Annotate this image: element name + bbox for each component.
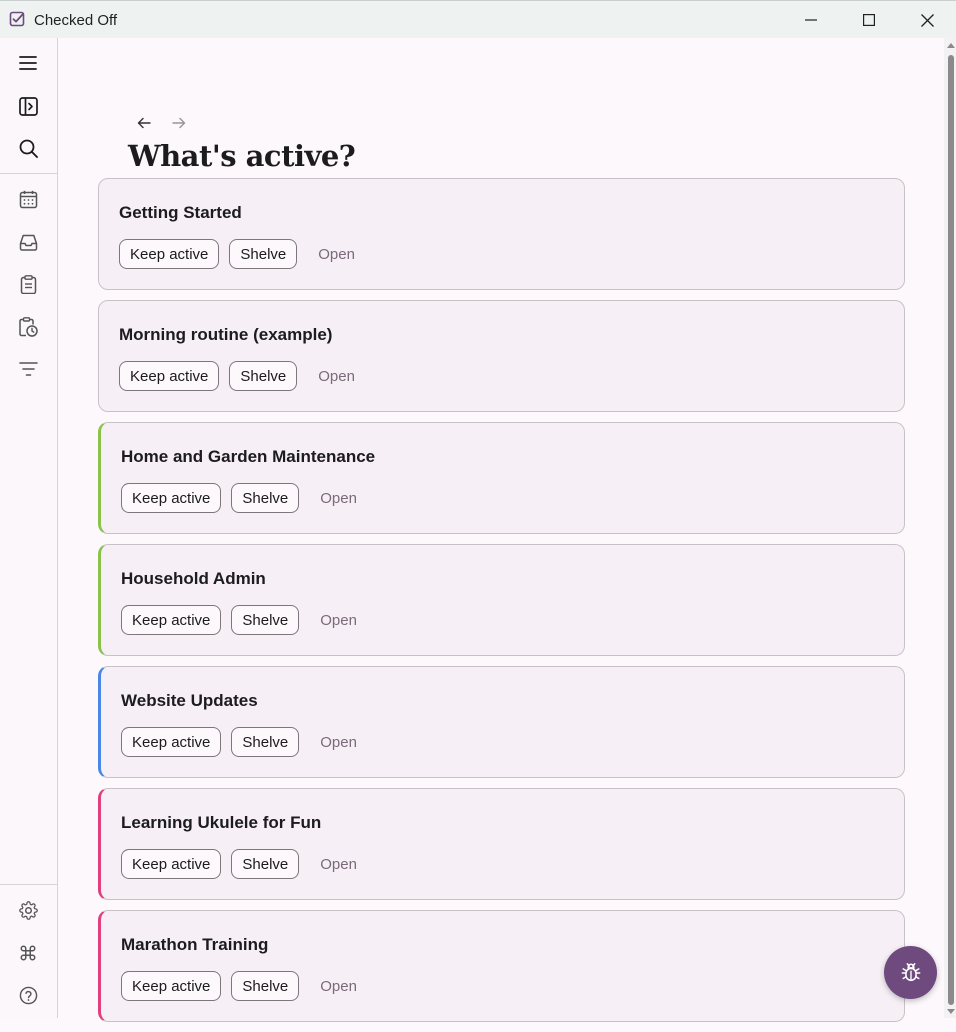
sidebar-item-calendar[interactable] [17, 188, 39, 210]
keep-active-button[interactable]: Keep active [119, 361, 220, 391]
project-title: Morning routine (example) [119, 325, 333, 344]
minimize-icon [805, 19, 817, 21]
open-link[interactable]: Open [320, 490, 357, 507]
open-link[interactable]: Open [320, 612, 357, 629]
project-title: Website Updates [121, 691, 258, 710]
card-actions: Keep active Shelve Open [119, 361, 355, 391]
checkbox-icon [9, 11, 25, 27]
clipboard-icon [20, 274, 36, 294]
sidebar-item-scheduled[interactable] [17, 316, 39, 338]
command-icon [20, 945, 36, 961]
open-link[interactable]: Open [318, 246, 355, 263]
open-link[interactable]: Open [320, 856, 357, 873]
project-card: Household Admin Keep active Shelve Open [98, 544, 905, 656]
project-title: Household Admin [121, 569, 266, 588]
close-button[interactable] [898, 1, 956, 39]
inbox-icon [19, 234, 37, 251]
card-actions: Keep active Shelve Open [121, 483, 357, 513]
open-link[interactable]: Open [320, 978, 357, 995]
gear-icon [18, 900, 38, 920]
bug-icon [901, 962, 920, 981]
scroll-up-icon[interactable] [947, 42, 955, 50]
project-title: Home and Garden Maintenance [121, 447, 376, 466]
search-button[interactable] [17, 137, 39, 159]
main-content: What's active? Getting Started Keep acti… [58, 38, 956, 1022]
card-actions: Keep active Shelve Open [121, 849, 357, 879]
toggle-panel-button[interactable] [17, 95, 39, 117]
card-actions: Keep active Shelve Open [121, 727, 357, 757]
project-title: Learning Ukulele for Fun [121, 813, 322, 832]
card-actions: Keep active Shelve Open [121, 971, 357, 1001]
sidebar-item-filter[interactable] [17, 358, 39, 380]
shelve-button[interactable]: Shelve [231, 727, 300, 757]
open-link[interactable]: Open [320, 734, 357, 751]
search-icon [19, 139, 38, 158]
menu-button[interactable] [17, 52, 39, 74]
project-list: Getting Started Keep active Shelve Open … [98, 178, 905, 1032]
sidebar-item-settings[interactable] [17, 899, 39, 921]
help-icon [19, 986, 37, 1004]
card-actions: Keep active Shelve Open [121, 605, 357, 635]
keep-active-button[interactable]: Keep active [121, 849, 222, 879]
maximize-icon [863, 14, 875, 26]
shelve-button[interactable]: Shelve [231, 849, 300, 879]
sidebar-item-inbox[interactable] [17, 231, 39, 253]
card-actions: Keep active Shelve Open [119, 239, 355, 269]
shelve-button[interactable]: Shelve [231, 483, 300, 513]
arrow-left-icon[interactable] [136, 115, 152, 131]
keep-active-button[interactable]: Keep active [121, 727, 222, 757]
shelve-button[interactable]: Shelve [231, 605, 300, 635]
sidebar [0, 38, 58, 1018]
project-card: Morning routine (example) Keep active Sh… [98, 300, 905, 412]
scroll-thumb[interactable] [948, 55, 954, 1005]
keep-active-button[interactable]: Keep active [119, 239, 220, 269]
maximize-button[interactable] [840, 1, 898, 39]
filter-icon [18, 362, 38, 376]
page-title: What's active? [128, 139, 356, 173]
clipboard-clock-icon [19, 317, 38, 337]
sidebar-divider-bottom [0, 884, 57, 885]
project-card: Marathon Training Keep active Shelve Ope… [98, 910, 905, 1022]
window-title: Checked Off [34, 12, 118, 29]
shelve-button[interactable]: Shelve [231, 971, 300, 1001]
sidebar-item-clipboard[interactable] [17, 273, 39, 295]
close-icon [920, 13, 934, 27]
sidebar-divider [0, 173, 57, 174]
open-link[interactable]: Open [318, 368, 355, 385]
bug-report-button[interactable] [884, 946, 937, 999]
project-card: Learning Ukulele for Fun Keep active She… [98, 788, 905, 900]
keep-active-button[interactable]: Keep active [121, 971, 222, 1001]
shelve-button[interactable]: Shelve [229, 361, 298, 391]
sidebar-item-shortcuts[interactable] [17, 942, 39, 964]
project-card: Website Updates Keep active Shelve Open [98, 666, 905, 778]
project-card: Home and Garden Maintenance Keep active … [98, 422, 905, 534]
sidebar-item-help[interactable] [17, 984, 39, 1006]
project-card: Getting Started Keep active Shelve Open [98, 178, 905, 290]
shelve-button[interactable]: Shelve [229, 239, 298, 269]
arrow-right-icon[interactable] [171, 115, 187, 131]
calendar-icon [19, 190, 37, 208]
keep-active-button[interactable]: Keep active [121, 483, 222, 513]
hamburger-icon [19, 56, 37, 70]
title-bar: Checked Off [0, 0, 956, 38]
scroll-down-icon[interactable] [947, 1007, 955, 1015]
project-title: Getting Started [119, 203, 242, 222]
panel-icon [18, 96, 38, 116]
minimize-button[interactable] [782, 1, 840, 39]
keep-active-button[interactable]: Keep active [121, 605, 222, 635]
scrollbar[interactable] [944, 38, 956, 1018]
project-title: Marathon Training [121, 935, 269, 954]
